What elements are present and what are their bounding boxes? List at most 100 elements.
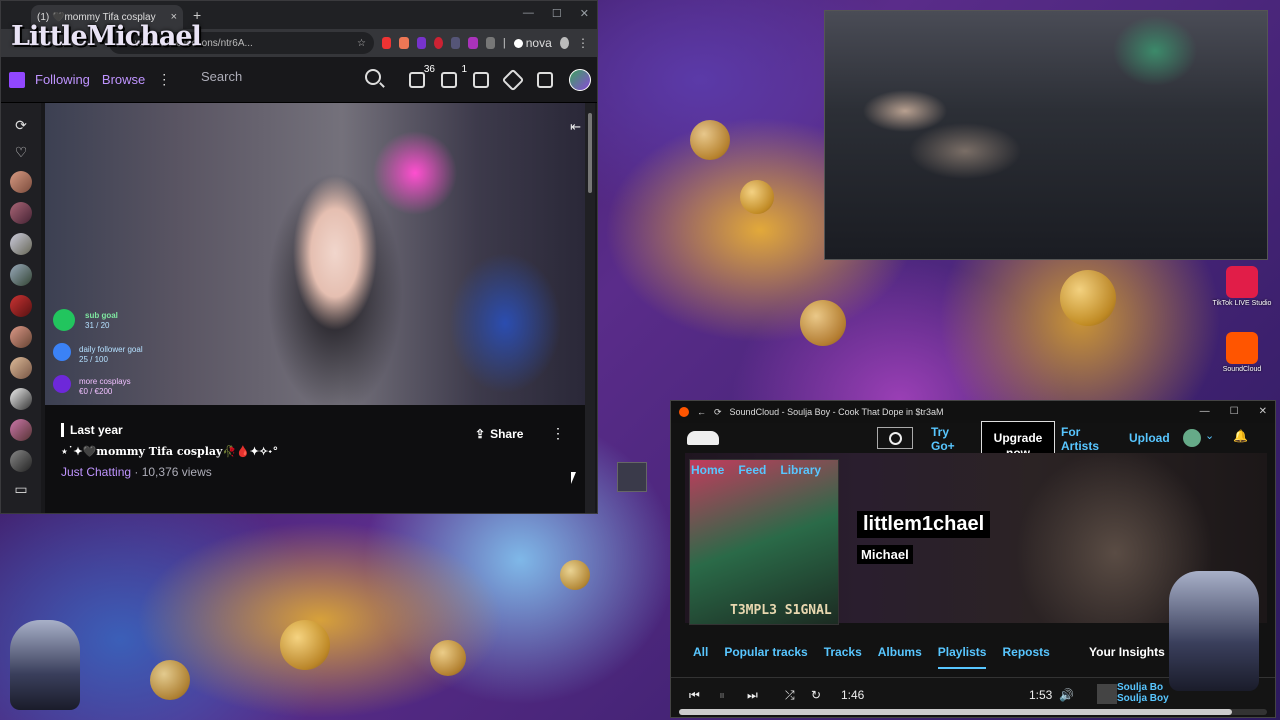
profile-real-name: Michael <box>857 545 913 564</box>
nova-extension[interactable]: nova <box>513 36 552 50</box>
wizard-overlay-image <box>10 620 80 710</box>
track-duration: 1:53 <box>1029 688 1053 702</box>
maximize-button[interactable]: ☐ <box>1230 406 1239 417</box>
search-icon[interactable] <box>877 427 913 449</box>
profile-icon[interactable] <box>559 37 570 49</box>
video-title: ⋆˙✦🖤mommy Tifa cosplay🥀🩸✦✧˖° <box>61 445 279 458</box>
sidebar-channel-avatar[interactable] <box>10 171 32 193</box>
sidebar-channel-avatar[interactable] <box>10 202 32 224</box>
bits-icon[interactable] <box>501 68 525 92</box>
category-link[interactable]: Just Chatting <box>61 465 131 479</box>
scrollbar[interactable] <box>585 103 595 513</box>
previous-track-icon[interactable]: ⏮ <box>689 688 700 703</box>
video-category-line: Just Chatting · 10,376 views <box>61 465 212 479</box>
prime-loot-icon[interactable]: 36 <box>409 64 435 88</box>
sidebar-channel-avatar[interactable] <box>10 264 32 286</box>
notifications-icon[interactable]: 1 <box>441 64 467 88</box>
reload-icon[interactable]: ⟳ <box>714 407 722 418</box>
shuffle-icon[interactable]: ⤮ <box>785 688 795 703</box>
profile-tab[interactable]: Popular tracks <box>724 645 807 669</box>
wallpaper-coin <box>430 640 466 676</box>
next-track-icon[interactable]: ⏭ <box>747 688 758 703</box>
video-camera-icon[interactable]: ▭ <box>14 481 27 499</box>
sidebar-channel-avatar[interactable] <box>10 233 32 255</box>
avatar[interactable] <box>1183 429 1201 447</box>
volume-icon[interactable]: 🔊 <box>1059 688 1074 702</box>
desktop-icon-tiktok[interactable]: TikTok LIVE Studio <box>1212 266 1272 307</box>
sidebar-channel-avatar[interactable] <box>10 419 32 441</box>
your-insights-link[interactable]: Your Insights <box>1089 645 1165 659</box>
soundcloud-top-nav: Try Go+ Upgrade now For Artists Upload ⌄… <box>671 421 1275 471</box>
pause-icon[interactable]: ⏸ <box>719 688 725 703</box>
minimize-button[interactable]: — <box>523 7 534 20</box>
cover-text: T3MPL3 S1GNAL <box>730 603 832 618</box>
avatar[interactable] <box>569 69 591 91</box>
share-button[interactable]: ⇪ Share <box>475 427 523 441</box>
nav-more-icon[interactable]: ⋮ <box>157 71 171 88</box>
browser-menu-icon[interactable]: ⋮ <box>577 36 589 50</box>
extensions-puzzle-icon[interactable] <box>485 37 495 49</box>
bookmark-star-icon[interactable]: ☆ <box>357 38 366 49</box>
notifications-icon[interactable]: 🔔 <box>1233 429 1248 443</box>
extension-icon[interactable] <box>433 37 444 49</box>
track-artwork[interactable] <box>1097 684 1117 704</box>
extension-icon[interactable] <box>416 37 426 49</box>
back-arrow-icon[interactable]: ← <box>697 407 706 417</box>
profile-tab[interactable]: Albums <box>878 645 922 669</box>
profile-tab[interactable]: Reposts <box>1002 645 1049 669</box>
profile-tab-active[interactable]: Playlists <box>937 645 987 669</box>
reading-list-icon[interactable]: | <box>503 37 506 49</box>
tab-library[interactable]: Library <box>780 463 821 477</box>
extension-icon[interactable] <box>382 37 392 49</box>
elapsed-time: 1:46 <box>841 688 865 702</box>
extension-icon[interactable] <box>468 37 478 49</box>
minimize-button[interactable]: — <box>1200 406 1210 417</box>
track-info[interactable]: Soulja Bo Soulja Boy <box>1117 682 1169 704</box>
video-more-icon[interactable]: ⋮ <box>551 425 565 442</box>
sidebar-channel-avatar[interactable] <box>10 388 32 410</box>
try-go-link[interactable]: Try Go+ <box>931 425 961 453</box>
followed-heart-icon[interactable]: ♡ <box>15 144 28 162</box>
upload-link[interactable]: Upload <box>1129 431 1170 445</box>
playback-progress[interactable] <box>679 709 1267 715</box>
view-count: · 10,376 views <box>131 465 212 479</box>
sidebar-channel-avatar[interactable] <box>10 357 32 379</box>
twitch-sidebar: ⟳ ♡ ▭ <box>1 103 41 513</box>
maximize-button[interactable]: ☐ <box>552 7 562 20</box>
get-ad-free-icon[interactable] <box>537 72 553 88</box>
collapse-chat-icon[interactable]: ⇤ <box>570 119 581 135</box>
cosplay-goal-icon <box>53 375 71 393</box>
profile-tab[interactable]: Tracks <box>824 645 862 669</box>
close-button[interactable]: ✕ <box>1259 406 1267 417</box>
soundcloud-logo-icon[interactable] <box>687 431 719 445</box>
extension-icon[interactable] <box>451 37 461 49</box>
sidebar-channel-avatar[interactable] <box>10 295 32 317</box>
taskbar-thumbnail[interactable] <box>617 462 647 492</box>
close-button[interactable]: ✕ <box>580 7 589 20</box>
playback-progress-fill <box>679 709 1232 715</box>
for-artists-link[interactable]: For Artists <box>1061 425 1107 453</box>
video-player[interactable]: sub goal 31 / 20 daily follower goal 25 / … <box>45 103 585 405</box>
search-icon[interactable] <box>365 69 381 85</box>
search-input[interactable]: Search <box>201 69 242 84</box>
extension-icon[interactable] <box>399 37 409 49</box>
desktop-icon-soundcloud[interactable]: SoundCloud <box>1212 332 1272 373</box>
tab-feed[interactable]: Feed <box>738 463 766 477</box>
repeat-icon[interactable]: ↻ <box>811 688 821 702</box>
wallpaper-coin <box>690 120 730 160</box>
nav-following[interactable]: Following <box>35 72 90 87</box>
mouse-cursor <box>571 472 576 484</box>
sidebar-channel-avatar[interactable] <box>10 450 32 472</box>
wizard-overlay-image <box>1169 571 1259 691</box>
window-controls: — ☐ ✕ <box>523 7 589 20</box>
recommended-icon[interactable]: ⟳ <box>15 117 27 135</box>
profile-tab[interactable]: All <box>693 645 708 669</box>
whispers-icon[interactable] <box>473 72 489 88</box>
scrollbar-thumb[interactable] <box>588 113 592 193</box>
chevron-down-icon[interactable]: ⌄ <box>1205 429 1214 442</box>
share-icon: ⇪ <box>475 427 486 441</box>
nav-browse[interactable]: Browse <box>102 72 145 87</box>
sidebar-channel-avatar[interactable] <box>10 326 32 348</box>
twitch-logo-icon[interactable] <box>9 71 25 88</box>
tab-home[interactable]: Home <box>691 463 724 477</box>
